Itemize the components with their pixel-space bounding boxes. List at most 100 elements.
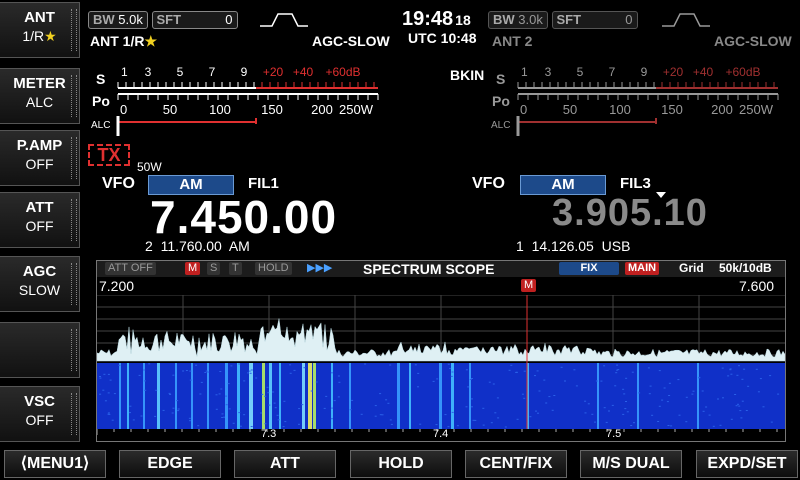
sub-sub-line: 1 14.126.05 USB [516, 238, 631, 254]
tx-power: 50W [137, 160, 162, 174]
waterfall-noise [685, 396, 688, 398]
waterfall-noise [521, 393, 524, 395]
side-button-agc[interactable]: AGC SLOW [0, 256, 80, 312]
waterfall-noise [708, 414, 711, 416]
waterfall-noise [638, 392, 641, 394]
waterfall-noise [630, 425, 633, 426]
waterfall-signal [237, 363, 240, 429]
side-button-title: METER [13, 75, 66, 92]
waterfall-noise [465, 406, 468, 408]
waterfall-noise [140, 415, 143, 417]
waterfall-noise [691, 393, 694, 395]
sft-label: SFT [556, 12, 582, 27]
main-frequency[interactable]: 7.450.00 [150, 190, 337, 244]
waterfall-noise [276, 414, 279, 416]
waterfall-noise [215, 408, 218, 410]
side-button-vsc[interactable]: VSC OFF [0, 386, 80, 442]
bottom-button-6[interactable]: EXPD/SET [696, 450, 798, 478]
waterfall-noise [129, 405, 132, 407]
bw-value: 3.0k [518, 12, 543, 27]
waterfall-noise [529, 416, 532, 418]
waterfall-noise [467, 386, 470, 388]
waterfall-noise [108, 413, 111, 415]
side-button-meter[interactable]: METER ALC [0, 68, 80, 124]
waterfall-signal [302, 363, 305, 429]
waterfall-noise [584, 412, 587, 414]
waterfall-noise [188, 417, 191, 419]
meter-po-tick: 50 [163, 102, 177, 117]
waterfall-noise [735, 405, 738, 407]
waterfall-noise [666, 401, 669, 403]
waterfall-noise [730, 418, 733, 420]
waterfall-noise [390, 423, 393, 425]
sub-frequency[interactable]: 3.905.10 [552, 192, 708, 235]
waterfall-noise [379, 414, 382, 416]
waterfall-signal [207, 363, 209, 429]
waterfall-noise [626, 411, 629, 413]
side-button-pamp[interactable]: P.AMP OFF [0, 130, 80, 186]
waterfall-noise [266, 386, 269, 388]
side-button-ant[interactable]: ANT 1/R★ [0, 2, 80, 58]
side-button-att[interactable]: ATT OFF [0, 192, 80, 248]
waterfall-noise [155, 389, 158, 391]
waterfall-noise [379, 393, 382, 395]
sub-sft-pill[interactable]: SFT 0 [551, 11, 638, 29]
meter-s-tick: 1 [521, 65, 528, 79]
meter-s-tick: 5 [577, 65, 584, 79]
main-filter-shape-icon [260, 13, 308, 27]
bottom-button-2[interactable]: ATT [234, 450, 336, 478]
main-bw-pill[interactable]: BW 5.0k [88, 11, 148, 29]
waterfall-noise [667, 425, 670, 426]
waterfall-noise [215, 394, 218, 396]
waterfall-noise [238, 412, 241, 414]
waterfall-signal [175, 363, 177, 429]
waterfall-noise [616, 364, 619, 366]
waterfall-noise [625, 401, 627, 402]
waterfall-noise [232, 422, 235, 424]
spectrum-scope[interactable]: ATT OFF M S T HOLD ▶▶▶ SPECTRUM SCOPE FI… [96, 260, 786, 442]
side-button-value: ALC [25, 94, 54, 110]
grip-icon [71, 329, 77, 371]
waterfall-noise [221, 417, 224, 418]
waterfall-noise [282, 426, 285, 428]
waterfall-noise [333, 400, 336, 402]
bw-value: 5.0k [118, 12, 143, 27]
grip-icon [71, 263, 77, 305]
waterfall-noise [504, 426, 507, 428]
bottom-button-3[interactable]: HOLD [350, 450, 452, 478]
bottom-button-1[interactable]: EDGE [119, 450, 221, 478]
main-sft-pill[interactable]: SFT 0 [151, 11, 238, 29]
meter-s-tick: 9 [241, 65, 248, 79]
scope-marker-tag: M [521, 279, 537, 292]
bottom-button-5[interactable]: M/S DUAL [580, 450, 682, 478]
waterfall-noise [658, 405, 661, 407]
bw-label: BW [93, 12, 115, 27]
waterfall-signal [143, 363, 145, 429]
meter-alc-label: ALC [91, 120, 110, 131]
scope-graph[interactable] [97, 295, 785, 441]
sub-bw-pill[interactable]: BW 3.0k [488, 11, 548, 29]
waterfall-noise [219, 371, 222, 372]
waterfall-noise [417, 372, 420, 374]
waterfall-noise [649, 385, 652, 387]
sub-filter[interactable]: FIL3 [620, 175, 651, 192]
waterfall-noise [721, 367, 724, 369]
waterfall-noise [104, 400, 107, 402]
waterfall-noise [273, 402, 276, 404]
waterfall-noise [144, 389, 147, 391]
meter-s-tick: +40 [293, 65, 314, 79]
waterfall-signal [451, 363, 454, 429]
waterfall-noise [755, 368, 758, 370]
bottom-button-0[interactable]: ⟨MENU1⟩ [4, 450, 106, 478]
waterfall-noise [663, 387, 666, 389]
bottom-button-4[interactable]: CENT/FIX [465, 450, 567, 478]
waterfall-noise [624, 408, 627, 410]
waterfall-noise [261, 393, 264, 395]
waterfall-noise [113, 393, 116, 395]
side-button-title: P.AMP [16, 137, 63, 154]
utc-label: UTC [408, 30, 437, 46]
side-button-blank[interactable] [0, 322, 80, 378]
waterfall-noise [107, 392, 110, 394]
waterfall-noise [494, 412, 497, 414]
waterfall-noise [594, 421, 596, 423]
